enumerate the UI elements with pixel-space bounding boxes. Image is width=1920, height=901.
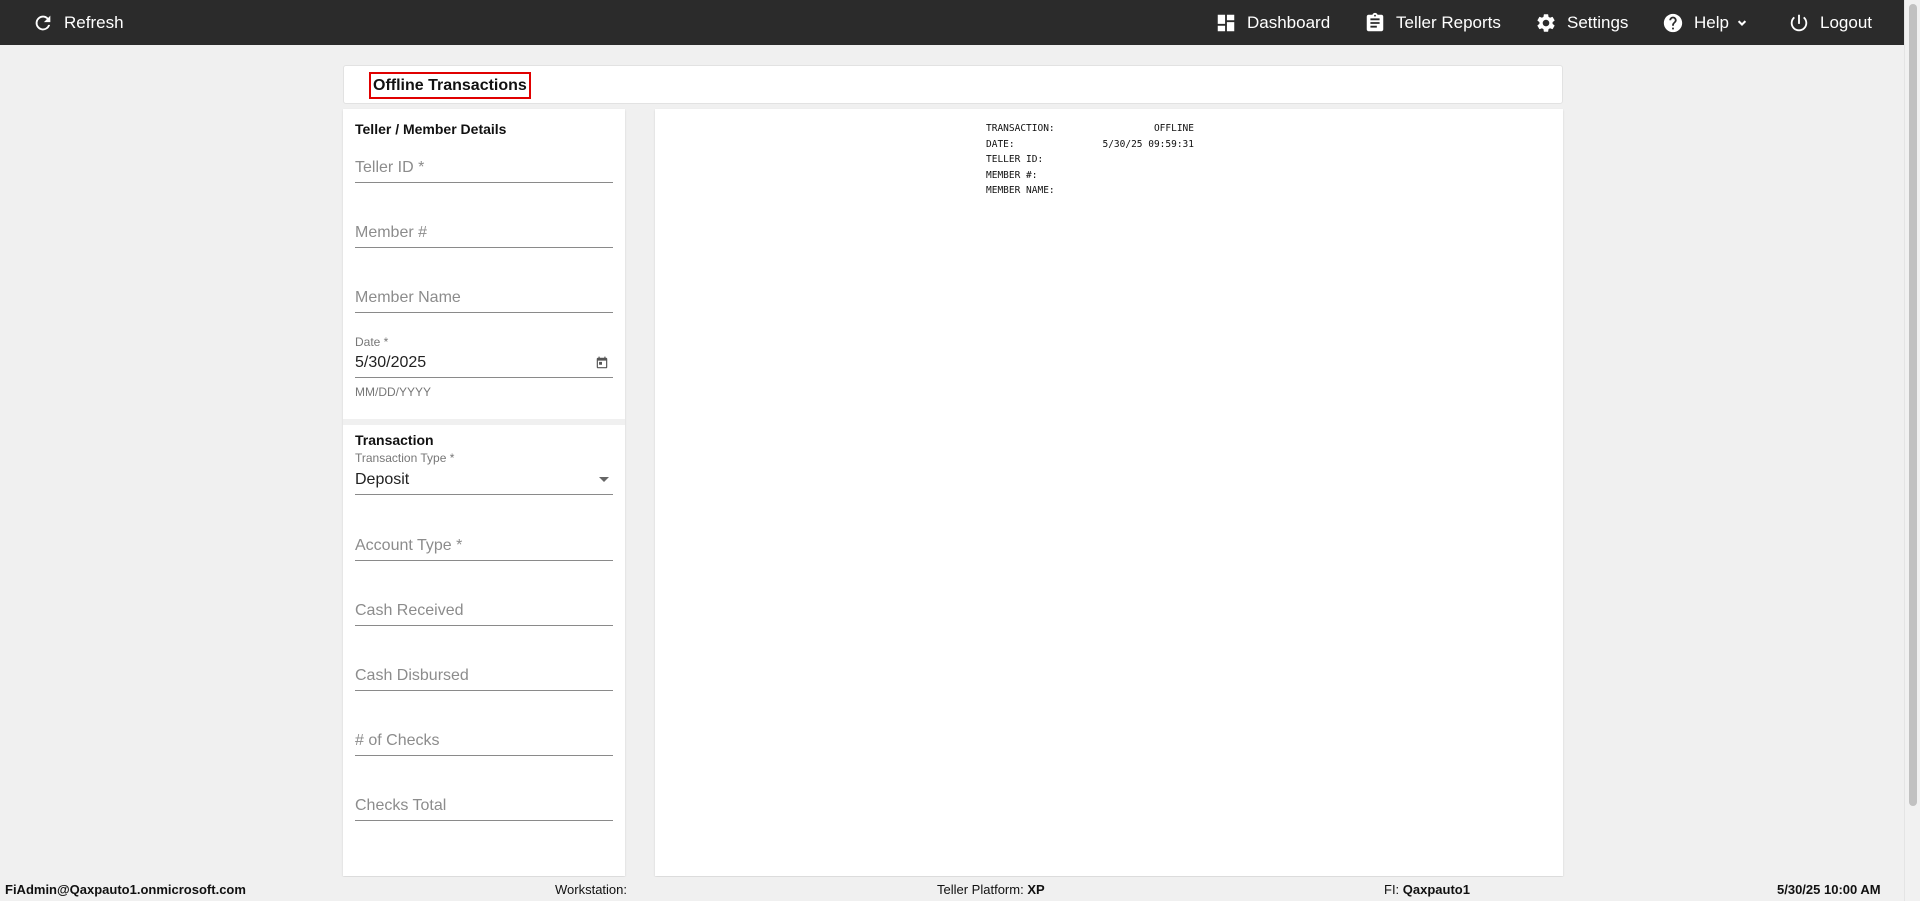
checks-total-placeholder: Checks Total xyxy=(355,797,447,814)
checks-total-field[interactable]: Checks Total xyxy=(355,789,613,821)
member-name-placeholder: Member Name xyxy=(355,289,461,306)
page-header-card: Offline Transactions xyxy=(343,65,1563,104)
refresh-button[interactable]: Refresh xyxy=(32,0,124,45)
cash-received-placeholder: Cash Received xyxy=(355,602,464,619)
scrollbar-thumb[interactable] xyxy=(1909,4,1917,806)
transaction-type-select[interactable]: Deposit xyxy=(355,463,613,495)
account-type-field[interactable]: Account Type * xyxy=(355,529,613,561)
status-platform-label: Teller Platform: xyxy=(937,882,1024,897)
date-field[interactable]: 5/30/2025 xyxy=(355,346,613,378)
cash-disbursed-field[interactable]: Cash Disbursed xyxy=(355,659,613,691)
transaction-form-panel: Teller / Member Details Teller ID * Memb… xyxy=(343,109,625,876)
status-user: FiAdmin@Qaxpauto1.onmicrosoft.com xyxy=(5,882,246,897)
clipboard-icon xyxy=(1366,12,1384,31)
transaction-section-title: Transaction xyxy=(355,432,434,448)
status-datetime: 5/30/25 10:00 AM xyxy=(1777,882,1881,897)
refresh-label: Refresh xyxy=(64,12,124,32)
power-icon xyxy=(1790,14,1808,31)
member-number-placeholder: Member # xyxy=(355,224,428,241)
nav-teller-reports[interactable]: Teller Reports xyxy=(1364,0,1501,45)
teller-id-field[interactable]: Teller ID * xyxy=(355,151,613,183)
calendar-icon[interactable] xyxy=(595,356,609,370)
receipt-row: TRANSACTION: OFFLINE xyxy=(986,123,1206,139)
chevron-down-icon xyxy=(1737,19,1747,26)
account-type-placeholder: Account Type * xyxy=(355,537,463,554)
receipt-key: MEMBER NAME: xyxy=(986,185,1055,196)
status-platform-value: XP xyxy=(1027,882,1045,897)
cash-disbursed-placeholder: Cash Disbursed xyxy=(355,667,469,684)
page-title: Offline Transactions xyxy=(369,72,531,99)
help-circle-icon xyxy=(1663,13,1683,32)
receipt-row: TELLER ID: xyxy=(986,154,1206,170)
nav-logout-label: Logout xyxy=(1820,12,1872,32)
date-format-hint: MM/DD/YYYY xyxy=(355,385,432,399)
member-number-field[interactable]: Member # xyxy=(355,216,613,248)
date-value: 5/30/2025 xyxy=(355,354,427,371)
member-section-title: Teller / Member Details xyxy=(355,121,507,137)
receipt-key: TELLER ID: xyxy=(986,154,1044,165)
nav-teller-reports-label: Teller Reports xyxy=(1396,12,1501,32)
receipt: TRANSACTION: OFFLINE DATE: 5/30/25 09:59:3… xyxy=(986,123,1206,201)
dashboard-icon xyxy=(1217,14,1235,31)
gear-icon xyxy=(1537,13,1555,32)
nav-settings[interactable]: Settings xyxy=(1535,0,1628,45)
receipt-value: OFFLINE xyxy=(1153,123,1194,134)
receipt-key: DATE: xyxy=(986,138,1015,150)
receipt-row: MEMBER #: xyxy=(986,170,1206,186)
section-divider xyxy=(343,419,625,425)
status-fi-label: FI: xyxy=(1384,882,1400,897)
receipt-row: DATE: 5/30/25 09:59:31 xyxy=(986,139,1206,155)
status-workstation-label: Workstation: xyxy=(555,882,628,897)
teller-id-placeholder: Teller ID * xyxy=(355,159,425,176)
refresh-icon xyxy=(35,15,51,30)
receipt-row: MEMBER NAME: xyxy=(986,185,1206,201)
nav-logout[interactable]: Logout xyxy=(1788,0,1872,45)
nav-dashboard[interactable]: Dashboard xyxy=(1215,0,1330,45)
num-checks-field[interactable]: # of Checks xyxy=(355,724,613,756)
receipt-value: 5/30/25 09:59:31 xyxy=(1102,138,1194,150)
status-fi-value: Qaxpauto1 xyxy=(1402,882,1470,897)
nav-help-label: Help xyxy=(1694,12,1729,32)
dropdown-arrow-icon xyxy=(599,477,609,482)
receipt-preview-panel: TRANSACTION: OFFLINE DATE: 5/30/25 09:59:3… xyxy=(655,109,1563,876)
member-name-field[interactable]: Member Name xyxy=(355,281,613,313)
nav-help-menu[interactable]: Help xyxy=(1662,0,1749,45)
receipt-key: MEMBER #: xyxy=(986,169,1038,181)
nav-settings-label: Settings xyxy=(1567,12,1629,32)
cash-received-field[interactable]: Cash Received xyxy=(355,594,613,626)
top-navigation-bar: Refresh Dashboard Teller Reports Setting… xyxy=(0,0,1904,45)
transaction-type-value: Deposit xyxy=(355,471,410,488)
vertical-scrollbar[interactable] xyxy=(1904,0,1920,901)
num-checks-placeholder: # of Checks xyxy=(355,732,440,749)
nav-dashboard-label: Dashboard xyxy=(1247,12,1331,32)
receipt-key: TRANSACTION: xyxy=(986,123,1055,134)
status-bar: FiAdmin@Qaxpauto1.onmicrosoft.com Workst… xyxy=(0,877,1904,901)
